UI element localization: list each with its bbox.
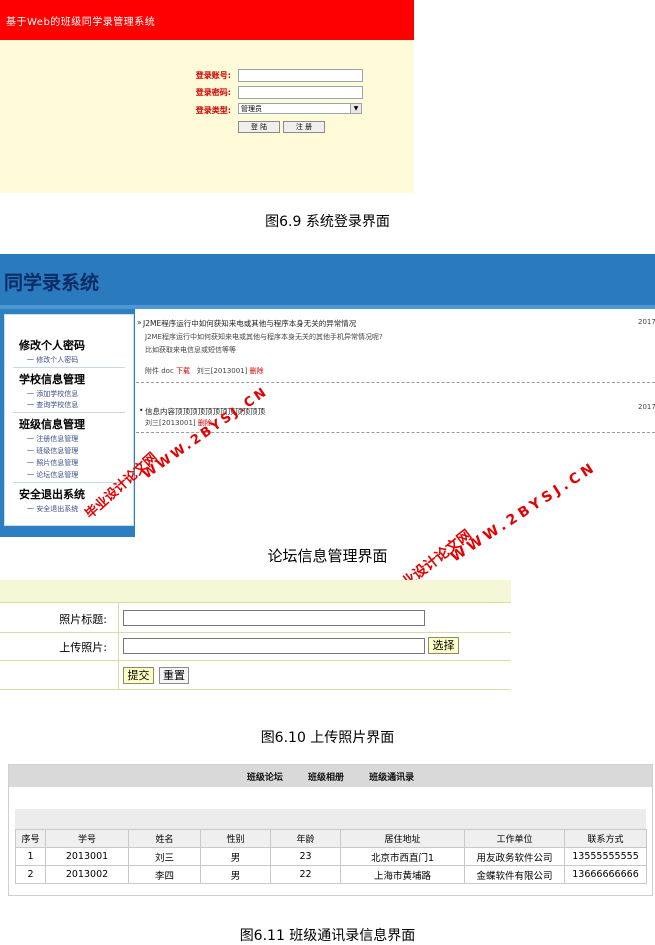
table-cell: 2013001 — [45, 847, 129, 866]
post-marker: » — [137, 318, 142, 327]
table-cell: 北京市西直门1 — [340, 847, 465, 866]
sidebar-heading-password: 修改个人密码 — [19, 339, 85, 352]
table-title-bar — [15, 809, 646, 829]
table-cell: 李四 — [128, 865, 201, 884]
post-date: 2017-0 — [638, 318, 655, 326]
photo-title-input[interactable] — [123, 610, 425, 626]
sidebar-item-change-password[interactable]: 一 修改个人密码 — [27, 355, 78, 365]
login-type-value: 管理员 — [241, 105, 262, 113]
sidebar-item-photo-info[interactable]: 一 照片信息管理 — [27, 458, 78, 468]
post-divider — [136, 382, 655, 383]
divider — [0, 689, 511, 690]
password-label: 登录密码: — [195, 88, 231, 97]
column-header: 学号 — [45, 829, 129, 848]
table-cell: 2013002 — [45, 865, 129, 884]
sidebar-item-query-school[interactable]: 一 查询学校信息 — [27, 400, 78, 410]
sidebar-item-forum-info[interactable]: 一 论坛信息管理 — [27, 470, 78, 480]
login-screenshot: 基于Web的班级同学录管理系统 登录账号: 登录密码: 登录类型: 管理员 ▼ … — [0, 0, 414, 193]
column-header: 序号 — [15, 829, 46, 848]
post-body: 比如获取来电信息或短信等等 — [145, 346, 236, 354]
post-date: 2017-0 — [638, 403, 655, 411]
column-header: 联系方式 — [564, 829, 647, 848]
sidebar-heading-school: 学校信息管理 — [19, 373, 85, 386]
column-header: 年龄 — [270, 829, 341, 848]
table-cell: 1 — [15, 847, 46, 866]
sidebar-item-add-school[interactable]: 一 添加学校信息 — [27, 389, 78, 399]
download-link[interactable]: 下载 — [176, 367, 190, 375]
post-body: J2ME程序运行中如何获知来电或其他与程序本身无关的其他手机异常情况呢? — [145, 333, 383, 341]
login-banner: 基于Web的班级同学录管理系统 — [0, 0, 414, 40]
table-row: 2 2013002 李四 男 22 上海市黄埔路 金蝶软件有限公司 136666… — [15, 865, 647, 884]
table-cell: 23 — [270, 847, 341, 866]
column-header: 性别 — [200, 829, 271, 848]
table-header-row: 序号 学号 姓名 性别 年龄 居住地址 工作单位 联系方式 — [15, 829, 647, 848]
column-header: 居住地址 — [340, 829, 465, 848]
contacts-table: 序号 学号 姓名 性别 年龄 居住地址 工作单位 联系方式 1 2013001 … — [15, 829, 647, 884]
table-cell: 金蝶软件有限公司 — [464, 865, 565, 884]
table-cell: 22 — [270, 865, 341, 884]
post-meta: 附件 doc 下载 刘三[2013001] 删除 — [145, 366, 264, 376]
login-type-select[interactable]: 管理员 ▼ — [238, 103, 362, 114]
table-row: 1 2013001 刘三 男 23 北京市西直门1 用友政务软件公司 13555… — [15, 847, 647, 866]
column-header: 工作单位 — [464, 829, 565, 848]
nav-album[interactable]: 班级相册 — [308, 767, 344, 789]
post-marker: • — [139, 406, 144, 415]
nav-forum[interactable]: 班级论坛 — [247, 767, 283, 789]
divider — [0, 602, 511, 603]
sidebar-item-register-info[interactable]: 一 注册信息管理 — [27, 434, 78, 444]
table-cell: 男 — [200, 847, 271, 866]
sidebar-heading-logout: 安全退出系统 — [19, 488, 85, 501]
photo-title-label: 照片标题: — [59, 613, 107, 626]
submit-button[interactable]: 提交 — [123, 667, 154, 684]
caption-upload: 图6.10 上传照片界面 — [260, 730, 395, 746]
reset-button[interactable]: 重置 — [159, 667, 189, 684]
nav-contacts[interactable]: 班级通讯录 — [369, 767, 414, 789]
type-label: 登录类型: — [195, 106, 231, 115]
chevron-down-icon: ▼ — [350, 104, 361, 113]
register-button[interactable]: 注 册 — [283, 121, 325, 133]
table-cell: 男 — [200, 865, 271, 884]
table-cell: 2 — [15, 865, 46, 884]
post-author: 刘三[2013001] — [145, 419, 196, 427]
password-input[interactable] — [238, 86, 363, 99]
divider — [0, 660, 511, 661]
table-cell: 13666666666 — [564, 865, 647, 884]
table-cell: 用友政务软件公司 — [464, 847, 565, 866]
table-cell: 13555555555 — [564, 847, 647, 866]
attachment-label: 附件 doc — [145, 367, 174, 375]
upload-screenshot: 照片标题: 上传照片: 选择 提交 重置 — [0, 580, 511, 690]
choose-file-button[interactable]: 选择 — [428, 637, 459, 654]
caption-contacts: 图6.11 班级通讯录信息界面 — [239, 928, 416, 944]
table-cell: 上海市黄埔路 — [340, 865, 465, 884]
account-label: 登录账号: — [195, 71, 231, 80]
app-title: 同学录系统 — [4, 272, 100, 294]
login-button[interactable]: 登 陆 — [238, 121, 280, 133]
post-title[interactable]: J2ME程序运行中如何获知来电或其他与程序本身无关的异常情况 — [143, 318, 356, 329]
photo-file-input[interactable] — [123, 638, 425, 654]
class-nav: 班级论坛 班级相册 班级通讯录 — [9, 765, 652, 787]
contacts-screenshot: 班级论坛 班级相册 班级通讯录 序号 学号 姓名 性别 年龄 居住地址 工作单位… — [8, 764, 653, 896]
account-input[interactable] — [238, 69, 363, 82]
post-author: 刘三[2013001] — [196, 367, 248, 375]
sidebar-item-class-info[interactable]: 一 班级信息管理 — [27, 446, 78, 456]
forum-header: 同学录系统 — [0, 254, 655, 309]
sidebar-heading-class: 班级信息管理 — [19, 418, 85, 431]
divider — [13, 367, 125, 368]
sidebar-item-logout[interactable]: 一 安全退出系统 — [27, 504, 78, 514]
login-title: 基于Web的班级同学录管理系统 — [6, 17, 156, 28]
column-header: 姓名 — [128, 829, 201, 848]
caption-login: 图6.9 系统登录界面 — [265, 214, 390, 230]
delete-link[interactable]: 删除 — [250, 367, 264, 375]
divider — [118, 602, 119, 690]
divider — [0, 632, 511, 633]
caption-forum: 论坛信息管理界面 — [267, 547, 388, 565]
upload-header-bar — [0, 580, 511, 602]
upload-photo-label: 上传照片: — [59, 641, 107, 654]
table-cell: 刘三 — [128, 847, 201, 866]
divider — [13, 412, 125, 413]
